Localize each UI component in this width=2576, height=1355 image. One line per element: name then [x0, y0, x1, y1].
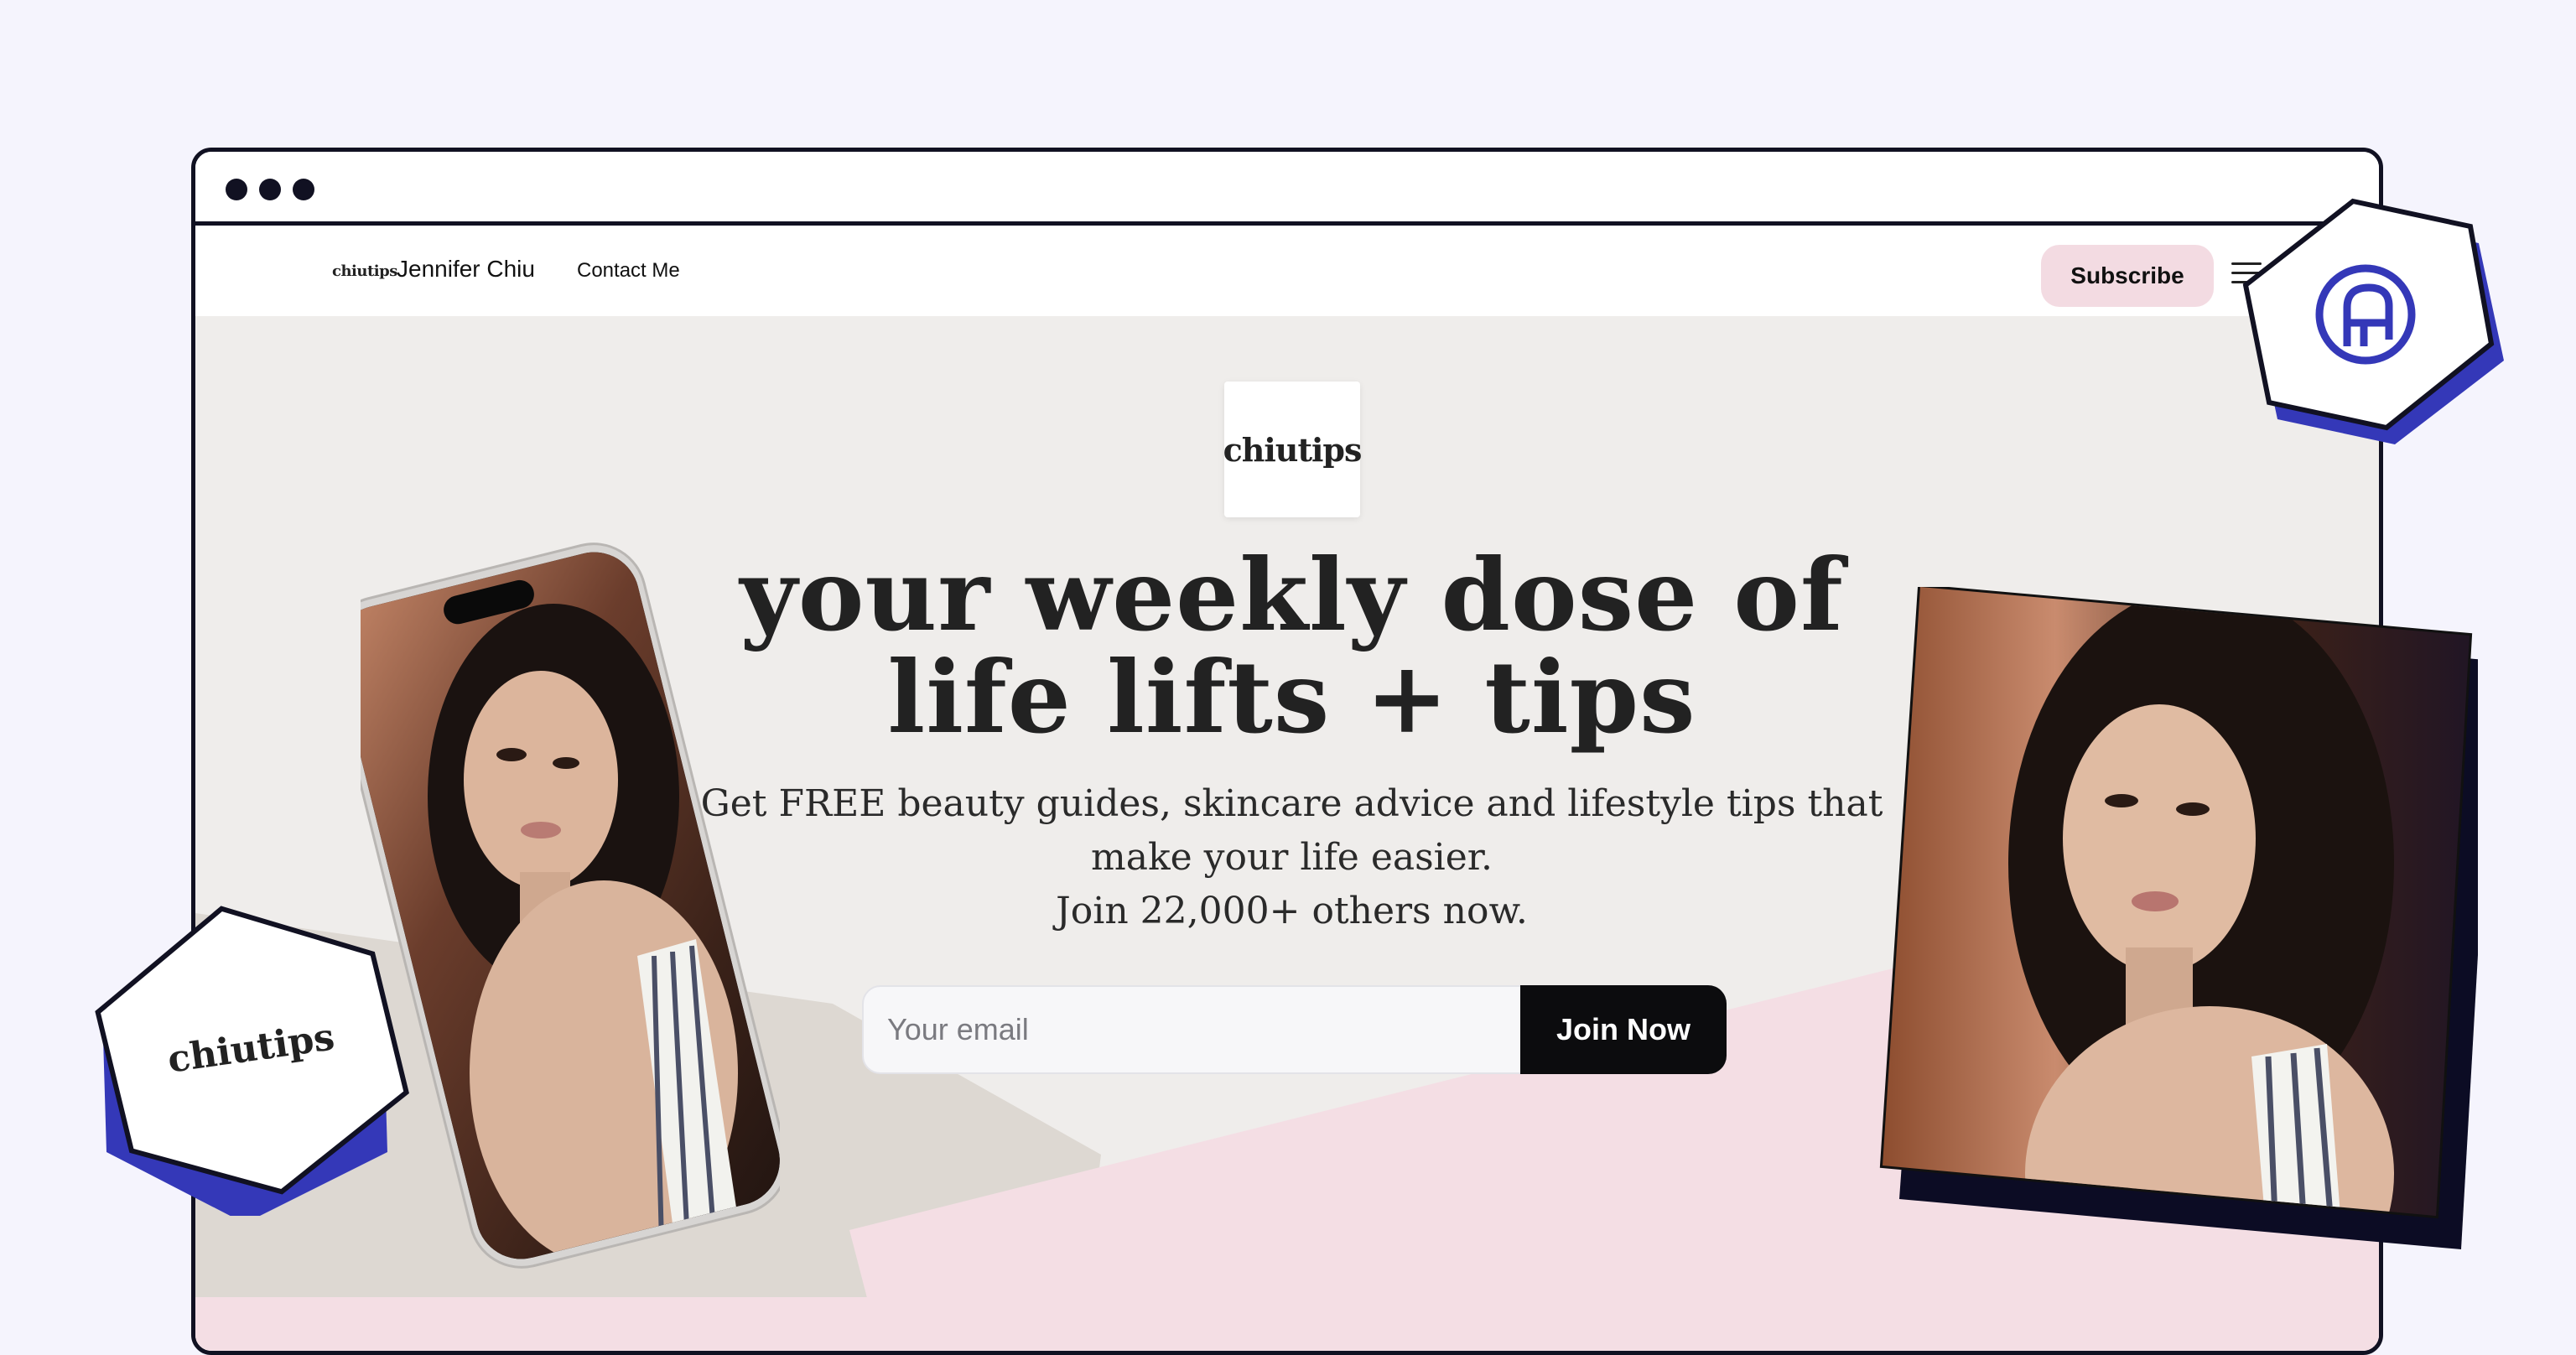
nav-contact-link[interactable]: Contact Me: [577, 259, 680, 283]
nav-site-name[interactable]: Jennifer Chiu: [397, 256, 535, 283]
phone-mockup-image: [361, 543, 780, 1269]
browser-title-bar: [195, 152, 2379, 226]
window-dot-3[interactable]: [293, 179, 314, 200]
window-dot-1[interactable]: [226, 179, 247, 200]
subscribe-button[interactable]: Subscribe: [2041, 245, 2214, 307]
join-now-button[interactable]: Join Now: [1520, 985, 1727, 1074]
chiutips-hex-badge: chiutips: [95, 906, 409, 1216]
hero-logo: chiutips: [1223, 382, 1362, 517]
window-dot-2[interactable]: [259, 179, 281, 200]
face-shape: [464, 671, 618, 889]
portrait-photo-card: [1879, 587, 2478, 1249]
email-input[interactable]: [862, 985, 1524, 1074]
pink-band: [195, 1297, 2379, 1351]
nav-logo[interactable]: chiutips: [332, 262, 397, 280]
site-navbar: chiutips Jennifer Chiu Contact Me Subscr…: [195, 226, 2379, 316]
brand-hex-badge: [2242, 198, 2504, 444]
portrait-face: [2063, 704, 2256, 973]
